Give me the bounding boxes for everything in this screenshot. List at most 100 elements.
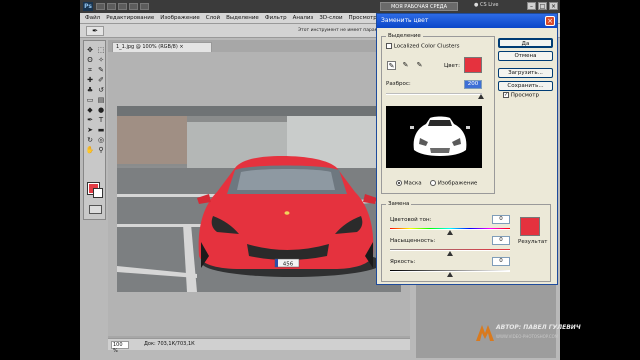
path-select-tool-icon[interactable]: ➤ <box>85 126 95 135</box>
replacement-group-label: Замена <box>386 201 412 207</box>
eyedropper-plus-icon[interactable]: ✎ <box>401 61 410 70</box>
hue-slider-knob[interactable] <box>447 230 453 235</box>
menu-view[interactable]: Просмотр <box>349 15 377 21</box>
fuzziness-label: Разброс: <box>386 81 411 87</box>
document-info[interactable]: Док: 703,1К/703,1К <box>144 339 195 350</box>
minimize-icon[interactable]: – <box>527 2 536 10</box>
license-plate-text: 456 <box>283 262 294 268</box>
bridge-button[interactable] <box>96 3 105 10</box>
result-color-swatch[interactable] <box>520 217 540 236</box>
menu-select[interactable]: Выделение <box>226 15 259 21</box>
marquee-tool-icon[interactable]: ⬚ <box>96 46 106 55</box>
saturation-slider-knob[interactable] <box>447 251 453 256</box>
fuzziness-slider[interactable] <box>386 93 482 95</box>
close-icon[interactable]: × <box>545 16 555 26</box>
car-photo[interactable]: 456 <box>117 106 401 292</box>
healing-tool-icon[interactable]: ✚ <box>85 76 95 85</box>
tools-panel: ✥ ⬚ ʘ ✧ ⌗ ✎ ✚ ✐ ♣ ↺ ▭ ▤ ◆ ● ✒ T ➤ ▬ ↻ ◎ … <box>83 40 106 220</box>
crop-tool-icon[interactable]: ⌗ <box>85 66 95 75</box>
close-window-icon[interactable]: × <box>549 2 558 10</box>
maximize-icon[interactable]: □ <box>538 2 547 10</box>
zoom-field[interactable]: 100 % <box>111 341 129 354</box>
arrange-documents-button[interactable] <box>140 3 149 10</box>
lasso-tool-icon[interactable]: ʘ <box>85 56 95 65</box>
replace-color-dialog: Заменить цвет × Выделение Localized Colo… <box>376 13 558 285</box>
menu-image[interactable]: Изображение <box>160 15 200 21</box>
image-option[interactable]: Изображение <box>430 180 477 187</box>
app-bar-buttons <box>96 3 149 10</box>
zoom-tool-icon[interactable]: ⚲ <box>96 146 106 155</box>
dodge-tool-icon[interactable]: ● <box>96 106 106 115</box>
mini-bridge-button[interactable] <box>107 3 116 10</box>
menu-file[interactable]: Файл <box>85 15 100 21</box>
menu-edit[interactable]: Редактирование <box>106 15 154 21</box>
canvas-area[interactable]: 456 <box>108 52 410 336</box>
pen-tool-icon[interactable]: ✒ <box>85 116 95 125</box>
mask-preview-image <box>410 116 470 156</box>
window-controls: – □ × <box>527 2 558 10</box>
eraser-tool-icon[interactable]: ▭ <box>85 96 95 105</box>
3d-orbit-tool-icon[interactable]: ◎ <box>96 136 106 145</box>
selection-preview[interactable] <box>386 106 482 168</box>
menu-filter[interactable]: Фильтр <box>265 15 287 21</box>
mask-option[interactable]: Маска <box>396 180 422 187</box>
selection-group: Выделение Localized Color Clusters ✎ ✎ ✎… <box>381 33 495 194</box>
eyedropper-minus-icon[interactable]: ✎ <box>415 61 424 70</box>
ok-button[interactable]: Да <box>498 38 553 48</box>
saturation-label: Насыщенность: <box>390 238 436 244</box>
watermark-author: АВТОР: ПАВЕЛ ГУЛЕВИЧ <box>496 324 581 331</box>
eyedropper-icon[interactable]: ✎ <box>387 61 396 70</box>
background-color-swatch[interactable] <box>93 188 103 198</box>
replacement-group: Замена Цветовой тон: 0 Насыщенность: 0 Я… <box>381 201 551 282</box>
cs-live-button[interactable]: ● CS Live <box>474 2 498 8</box>
quick-mask-button[interactable] <box>89 205 102 214</box>
hue-input[interactable]: 0 <box>492 215 510 224</box>
fuzziness-input[interactable]: 200 <box>464 80 482 89</box>
image-radio[interactable] <box>430 180 436 186</box>
lightness-input[interactable]: 0 <box>492 257 510 266</box>
localized-clusters-option[interactable]: Localized Color Clusters <box>386 43 460 50</box>
selection-group-label: Выделение <box>386 33 423 39</box>
result-label: Результат <box>518 239 548 245</box>
history-brush-tool-icon[interactable]: ↺ <box>96 86 106 95</box>
selection-color-swatch[interactable] <box>464 57 482 73</box>
mask-radio[interactable] <box>396 180 402 186</box>
brush-tool-icon[interactable]: ✐ <box>96 76 106 85</box>
type-tool-icon[interactable]: T <box>96 116 106 125</box>
move-tool-icon[interactable]: ✥ <box>85 46 95 55</box>
application-bar: Ps МОЯ РАБОЧАЯ СРЕДА ● CS Live – □ × <box>80 0 560 13</box>
stamp-tool-icon[interactable]: ♣ <box>85 86 95 95</box>
dialog-title-bar: Заменить цвет × <box>377 14 557 28</box>
status-bar: 100 % Док: 703,1К/703,1К <box>108 338 410 354</box>
blur-tool-icon[interactable]: ◆ <box>85 106 95 115</box>
hue-label: Цветовой тон: <box>390 217 432 223</box>
cs-live-label: CS Live <box>479 2 499 8</box>
preview-checkbox[interactable]: ✓ <box>503 92 509 98</box>
document-window: 1_1.jpg @ 100% (RGB/8) × 456 100 % Док: … <box>108 40 410 354</box>
document-tab-title: 1_1.jpg @ 100% (RGB/8) <box>116 44 178 50</box>
menu-analysis[interactable]: Анализ <box>293 15 314 21</box>
eyedropper-tool-icon[interactable]: ✎ <box>96 66 106 75</box>
shape-tool-icon[interactable]: ▬ <box>96 126 106 135</box>
quick-select-tool-icon[interactable]: ✧ <box>96 56 106 65</box>
zoom-level-button[interactable] <box>129 3 138 10</box>
3d-rotate-tool-icon[interactable]: ↻ <box>85 136 95 145</box>
ferrari-image: 456 <box>117 106 401 292</box>
document-tab[interactable]: 1_1.jpg @ 100% (RGB/8) × <box>112 42 212 52</box>
gradient-tool-icon[interactable]: ▤ <box>96 96 106 105</box>
save-button[interactable]: Сохранить... <box>498 81 553 91</box>
workspace-button[interactable]: МОЯ РАБОЧАЯ СРЕДА <box>380 2 458 11</box>
cancel-button[interactable]: Отмена <box>498 51 553 61</box>
load-button[interactable]: Загрузить... <box>498 68 553 78</box>
hand-tool-icon[interactable]: ✋ <box>85 146 95 155</box>
menu-3d[interactable]: 3D-слои <box>319 15 342 21</box>
menu-layer[interactable]: Слой <box>206 15 220 21</box>
view-extras-button[interactable] <box>118 3 127 10</box>
author-logo <box>476 325 494 341</box>
fuzziness-slider-knob[interactable] <box>478 94 484 99</box>
tool-preset-picker[interactable]: ✒ <box>86 26 104 36</box>
lightness-slider-knob[interactable] <box>447 272 453 277</box>
preview-option[interactable]: ✓ Просмотр <box>503 92 539 99</box>
saturation-input[interactable]: 0 <box>492 236 510 245</box>
localized-clusters-checkbox[interactable] <box>386 43 392 49</box>
